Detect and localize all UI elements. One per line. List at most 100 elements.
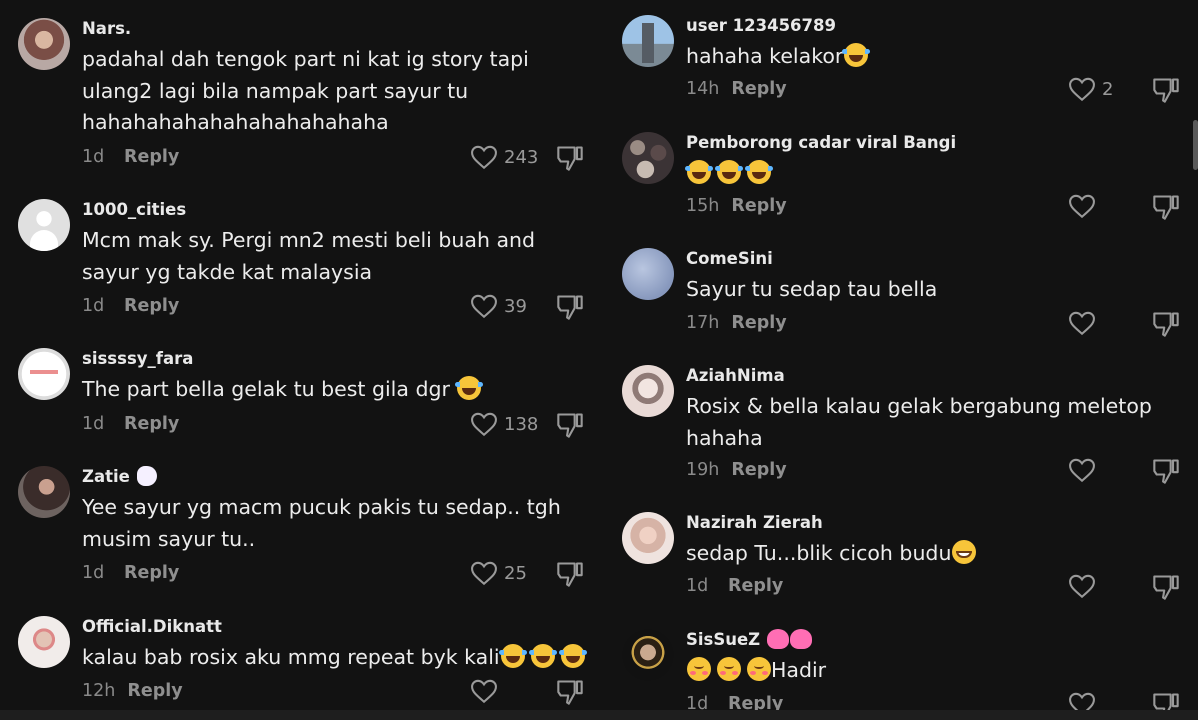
face-with-tears-of-joy-emoji [745, 160, 773, 184]
comment-meta: 15h Reply [686, 196, 787, 216]
like-button[interactable]: 25 [470, 561, 527, 586]
face-with-tears-of-joy-emoji [685, 160, 713, 184]
comment-username[interactable]: Zatie [82, 466, 157, 488]
avatar[interactable] [622, 512, 674, 564]
thumbs-down-icon [557, 562, 583, 587]
avatar[interactable] [18, 348, 70, 400]
comment-text [685, 158, 773, 190]
avatar[interactable] [622, 248, 674, 300]
avatar[interactable] [622, 132, 674, 184]
thumbs-down-icon [1153, 575, 1179, 600]
reply-button[interactable]: Reply [127, 681, 182, 701]
avatar[interactable] [18, 199, 70, 251]
reply-button[interactable]: Reply [731, 460, 786, 480]
comment-username[interactable]: Nars. [82, 18, 131, 40]
smiling-face-with-hearts-emoji [717, 657, 741, 681]
reply-button[interactable]: Reply [124, 563, 179, 583]
heart-outline-icon [1069, 574, 1095, 599]
heart-outline-icon [471, 679, 497, 704]
comment-meta: 1d Reply [82, 563, 179, 583]
comment-time: 1d [686, 576, 709, 596]
reply-button[interactable]: Reply [731, 79, 786, 99]
comment-meta: 17h Reply [686, 313, 787, 333]
comment-text: kalau bab rosix aku mmg repeat byk kali [82, 642, 587, 674]
heart-outline-icon [471, 145, 497, 170]
like-count: 243 [504, 147, 539, 168]
face-with-tears-of-joy-emoji [455, 376, 484, 400]
thumbs-down-icon [1153, 459, 1179, 484]
dislike-button[interactable] [556, 411, 584, 439]
thumbs-down-icon [557, 146, 583, 171]
comment-username[interactable]: AziahNima [686, 365, 785, 387]
reply-button[interactable]: Reply [124, 296, 179, 316]
dislike-button[interactable] [1152, 193, 1180, 221]
heart-outline-icon [471, 294, 497, 319]
grinning-face-emoji [952, 540, 977, 564]
like-count: 2 [1102, 79, 1114, 100]
like-button[interactable] [470, 679, 504, 704]
like-button[interactable]: 138 [470, 412, 538, 437]
dislike-button[interactable] [1152, 76, 1180, 104]
comment-username[interactable]: Nazirah Zierah [686, 512, 823, 534]
heart-outline-icon [1069, 458, 1095, 483]
like-button[interactable] [1068, 311, 1096, 336]
avatar[interactable] [622, 629, 674, 681]
like-button[interactable]: 2 [1068, 77, 1113, 102]
reply-button[interactable]: Reply [731, 196, 786, 216]
comment-text: The part bella gelak tu best gila dgr [82, 374, 484, 406]
comment-username[interactable]: sissssy_fara [82, 348, 193, 370]
reply-button[interactable]: Reply [124, 147, 179, 167]
avatar[interactable] [622, 15, 674, 67]
comment-text: Hadir [686, 655, 826, 687]
comment-meta: 1d Reply [82, 414, 179, 434]
comment-meta: 1d Reply [82, 147, 179, 167]
thumbs-down-icon [557, 295, 583, 320]
dislike-button[interactable] [556, 678, 584, 706]
avatar[interactable] [622, 365, 674, 417]
dislike-button[interactable] [1152, 457, 1180, 485]
face-with-tears-of-joy-emoji [498, 644, 527, 668]
avatar[interactable] [18, 466, 70, 518]
comment-username[interactable]: Official.Diknatt [82, 616, 222, 638]
scrollbar[interactable] [1193, 120, 1198, 170]
comment-username[interactable]: ComeSini [686, 248, 773, 270]
dislike-button[interactable] [556, 144, 584, 172]
smiling-face-with-hearts-emoji [687, 657, 711, 681]
right-comments-panel: user 123456789 hahaha kelakor 14h Reply 2… [604, 0, 1198, 720]
panel-bottom-edge [0, 710, 604, 720]
comment-time: 14h [686, 79, 720, 99]
like-button[interactable]: 243 [470, 145, 538, 170]
comment-username[interactable]: SisSueZ [686, 629, 812, 651]
like-count: 25 [504, 563, 527, 584]
dislike-button[interactable] [1152, 573, 1180, 601]
avatar[interactable] [18, 616, 70, 668]
like-button[interactable] [1068, 458, 1096, 483]
comment-username[interactable]: Pemborong cadar viral Bangi [686, 132, 956, 154]
dislike-button[interactable] [1152, 310, 1180, 338]
face-with-tears-of-joy-emoji [558, 644, 587, 668]
unicorn-emoji [136, 466, 157, 486]
comment-text: hahaha kelakor [686, 41, 871, 73]
comment-username[interactable]: user 123456789 [686, 15, 836, 37]
thumbs-down-icon [1153, 78, 1179, 103]
like-count: 39 [504, 296, 527, 317]
reply-button[interactable]: Reply [731, 313, 786, 333]
comment-meta: 1d Reply [686, 576, 783, 596]
comment-meta: 12h Reply [82, 681, 183, 701]
like-button[interactable] [1068, 574, 1096, 599]
reply-button[interactable]: Reply [124, 414, 179, 434]
avatar[interactable] [18, 18, 70, 70]
dislike-button[interactable] [556, 293, 584, 321]
like-button[interactable]: 39 [470, 294, 527, 319]
comment-text: Mcm mak sy. Pergi mn2 mesti beli buah an… [82, 228, 536, 284]
like-button[interactable] [1068, 194, 1096, 219]
thumbs-down-icon [1153, 195, 1179, 220]
comment-text: Rosix & bella kalau gelak bergabung mele… [686, 394, 1152, 450]
reply-button[interactable]: Reply [728, 576, 783, 596]
comment-text: sedap Tu...blik cicoh budu [686, 538, 977, 570]
face-with-tears-of-joy-emoji [842, 43, 871, 67]
comment-username[interactable]: 1000_cities [82, 199, 186, 221]
comment-text: Yee sayur yg macm pucuk pakis tu sedap..… [82, 495, 561, 551]
comment-time: 1d [82, 147, 105, 167]
dislike-button[interactable] [556, 560, 584, 588]
